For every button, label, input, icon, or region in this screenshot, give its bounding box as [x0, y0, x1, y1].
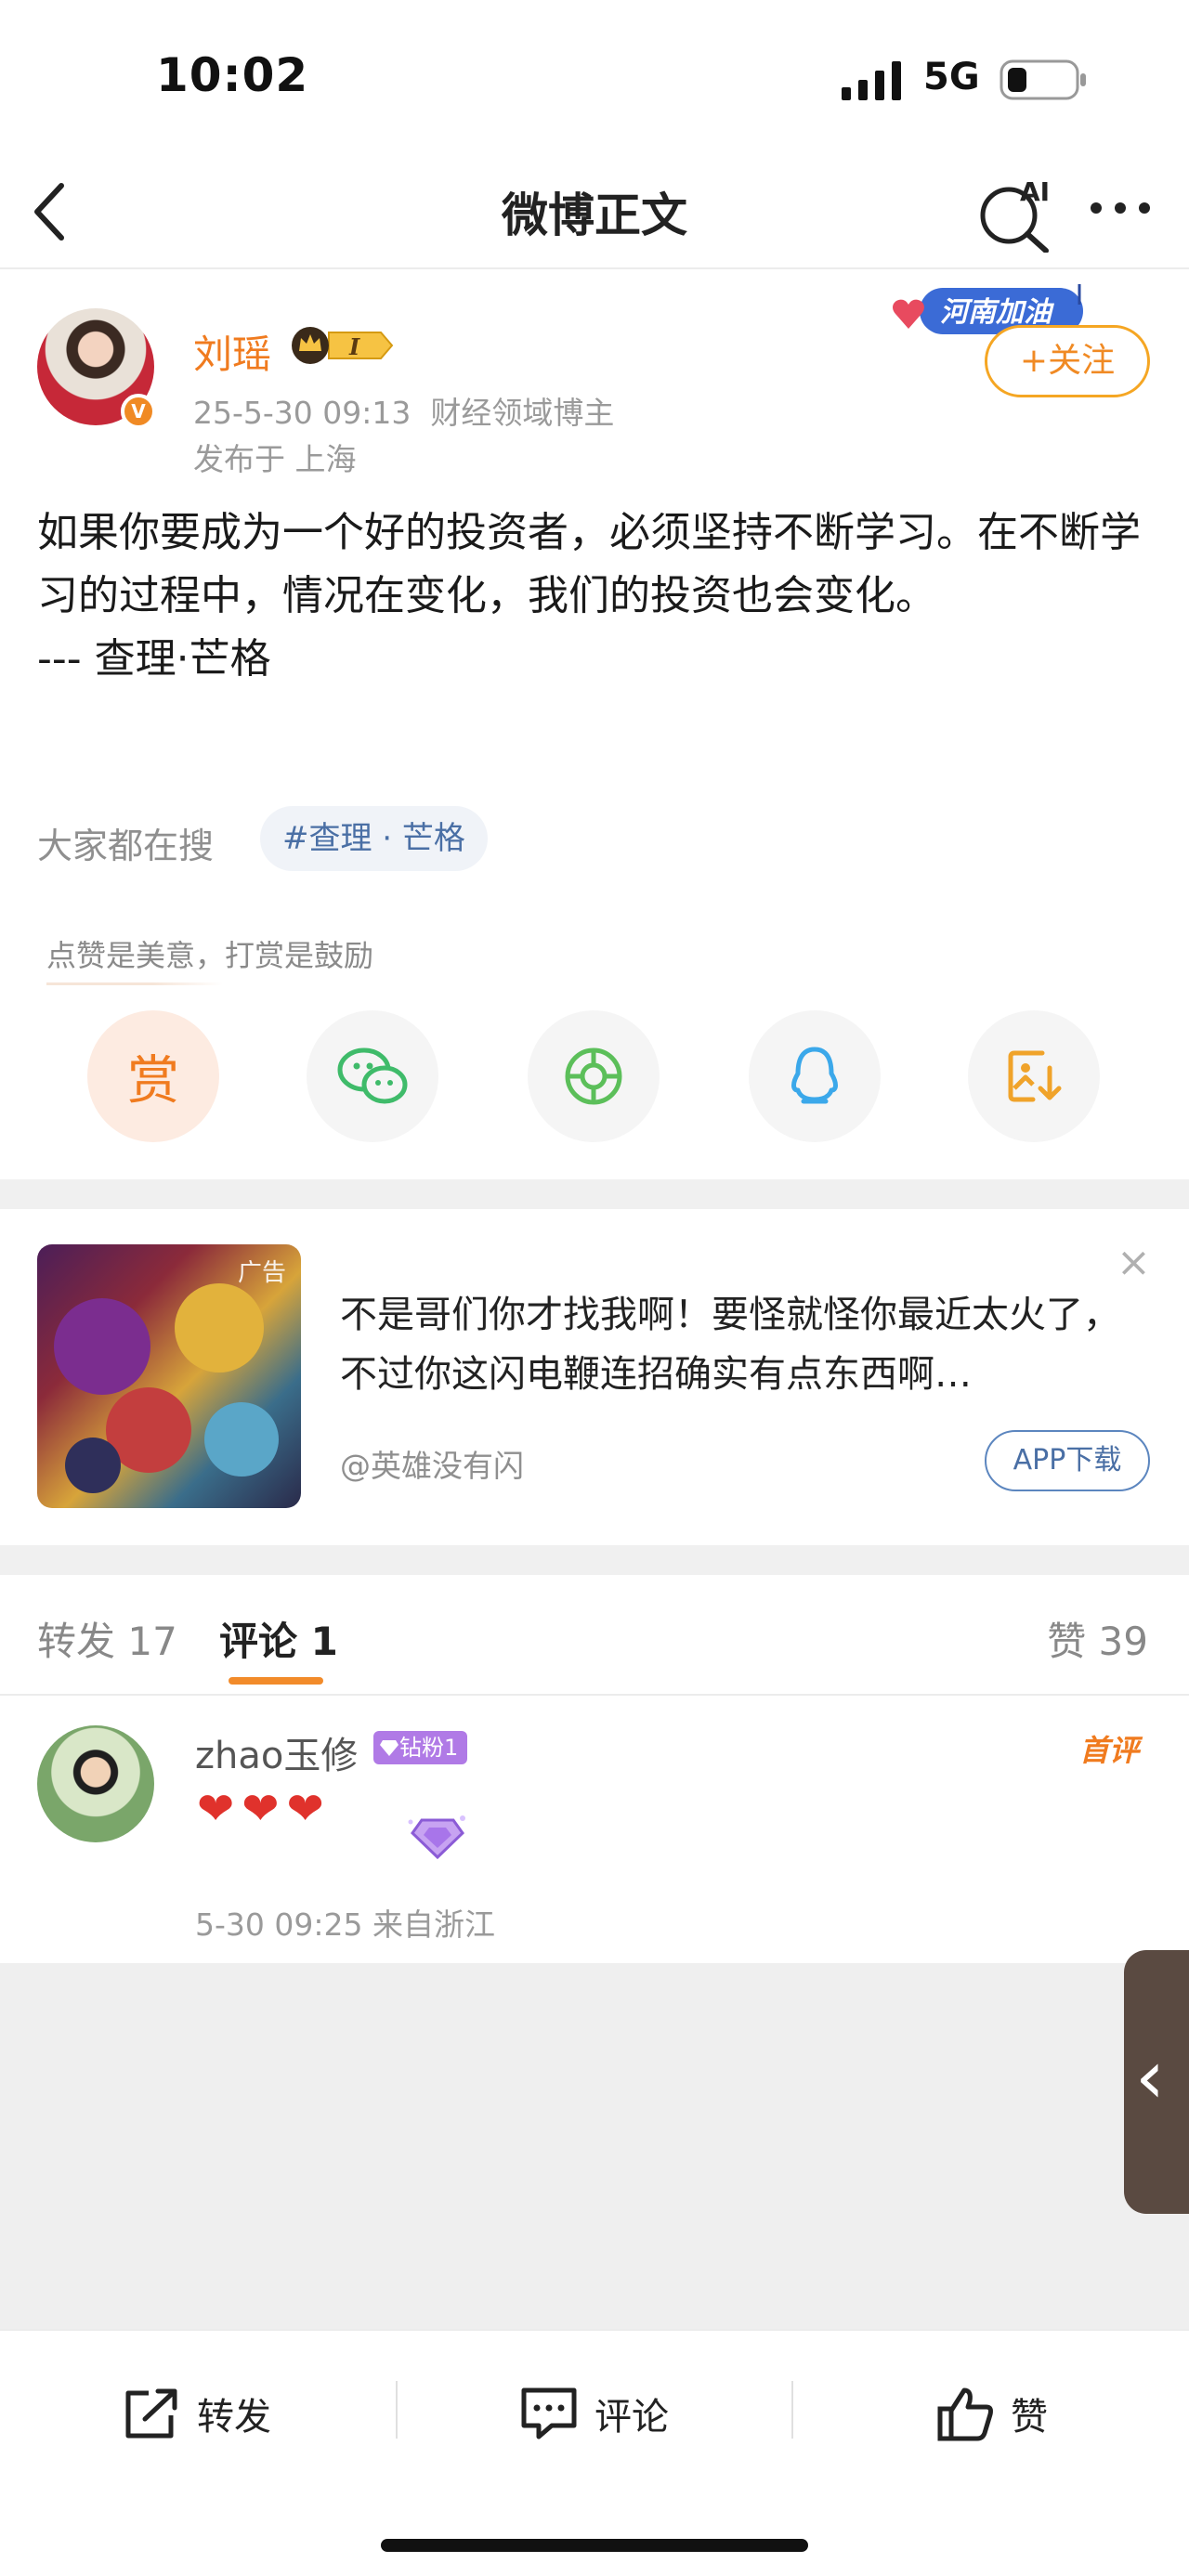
save-image-icon — [1008, 1050, 1062, 1102]
ad-source[interactable]: @英雄没有闪 — [340, 1441, 524, 1486]
post-content: 如果你要成为一个好的投资者，必须坚持不断学习。在不断学习的过程中，情况在变化，我… — [37, 509, 1141, 683]
empty-area — [0, 1963, 1189, 2329]
post-location: 发布于 上海 — [193, 441, 357, 477]
diamond-icon — [380, 1740, 399, 1756]
weibo-post-page: { "status_bar": { "time": "10:02", "netw… — [0, 0, 1189, 2576]
repost-button[interactable]: 转发 — [121, 2383, 271, 2444]
share-moments-button[interactable] — [528, 1010, 660, 1142]
fan-badge-label: 钻粉1 — [399, 1735, 459, 1761]
post-time: 25-5-30 09:13 — [193, 395, 412, 431]
more-icon[interactable] — [1087, 197, 1154, 219]
close-icon[interactable]: × — [1117, 1239, 1151, 1286]
moments-icon — [565, 1047, 622, 1105]
home-indicator — [381, 2539, 808, 2552]
tabs-divider — [0, 1694, 1189, 1696]
save-image-button[interactable] — [968, 1010, 1100, 1142]
signal-icon — [842, 61, 901, 100]
reward-button[interactable]: 赏 — [87, 1010, 219, 1142]
tab-like[interactable]: 赞 39 — [1047, 1610, 1148, 1667]
network-type: 5G — [923, 56, 980, 98]
nav-divider — [0, 267, 1189, 269]
ad-label: 广告 — [237, 1259, 286, 1287]
reward-hint-pointer — [46, 982, 223, 985]
comment-username[interactable]: zhao玉修 — [195, 1725, 358, 1779]
tab-repost[interactable]: 转发 17 — [37, 1610, 177, 1667]
sticker-text: 河南加油 — [940, 296, 1055, 329]
post-meta: 25-5-30 09:13 财经领域博主 — [193, 388, 614, 433]
svg-text:I: I — [348, 333, 360, 360]
first-comment-badge: 首评 — [1079, 1733, 1140, 1768]
comment-meta: 5-30 09:25 来自浙江 — [195, 1906, 495, 1943]
repost-label: 转发 — [197, 2396, 271, 2439]
repost-icon — [125, 2388, 177, 2439]
section-divider — [0, 1545, 1189, 1575]
comment-icon — [521, 2387, 577, 2439]
qq-icon — [791, 1047, 838, 1104]
trending-search-label: 大家都在搜 — [37, 826, 215, 866]
reward-hint: 点赞是美意，打赏是鼓励 — [46, 938, 374, 973]
comment-label: 评论 — [594, 2396, 669, 2439]
author-name[interactable]: 刘瑶 — [193, 323, 271, 380]
like-label: 赞 — [1011, 2396, 1048, 2439]
ai-search-icon[interactable]: AI — [977, 173, 1066, 253]
app-download-button[interactable]: APP下载 — [985, 1430, 1150, 1491]
verified-badge-icon: V — [121, 394, 156, 429]
comment-text: ❤❤❤ — [197, 1783, 332, 1835]
tab-comment[interactable]: 评论 1 — [219, 1610, 338, 1667]
author-title: 财经领域博主 — [430, 395, 615, 431]
comment-button[interactable]: 评论 — [518, 2383, 669, 2444]
comment-avatar[interactable] — [37, 1725, 154, 1842]
gem-sticker-icon — [408, 1815, 465, 1860]
share-wechat-button[interactable] — [307, 1010, 438, 1142]
ad-text[interactable]: 不是哥们你才找我啊！要怪就怪你最近太火了，不过你这闪电鞭连招确实有点东西啊… — [340, 1285, 1148, 1404]
reward-icon: 赏 — [127, 1050, 179, 1112]
status-time: 10:02 — [156, 48, 309, 102]
follow-button[interactable]: +关注 — [985, 325, 1150, 397]
battery-icon — [1000, 59, 1086, 100]
section-divider — [0, 1179, 1189, 1209]
thumbs-up-icon — [937, 2387, 993, 2441]
wechat-icon — [337, 1047, 408, 1104]
active-tab-indicator — [229, 1677, 323, 1685]
hashtag-chip[interactable]: #查理 · 芒格 — [260, 806, 488, 871]
like-button[interactable]: 赞 — [936, 2383, 1048, 2444]
share-qq-button[interactable] — [749, 1010, 881, 1142]
fan-badge: 钻粉1 — [373, 1731, 468, 1764]
ai-label: AI — [1020, 176, 1050, 207]
toolbar-separator — [791, 2381, 793, 2439]
chevron-left-icon: ‹ — [1135, 2034, 1165, 2120]
toolbar-separator — [396, 2381, 398, 2439]
ad-image[interactable]: 广告 — [37, 1244, 301, 1508]
member-crown-badge-icon: I — [292, 327, 394, 364]
